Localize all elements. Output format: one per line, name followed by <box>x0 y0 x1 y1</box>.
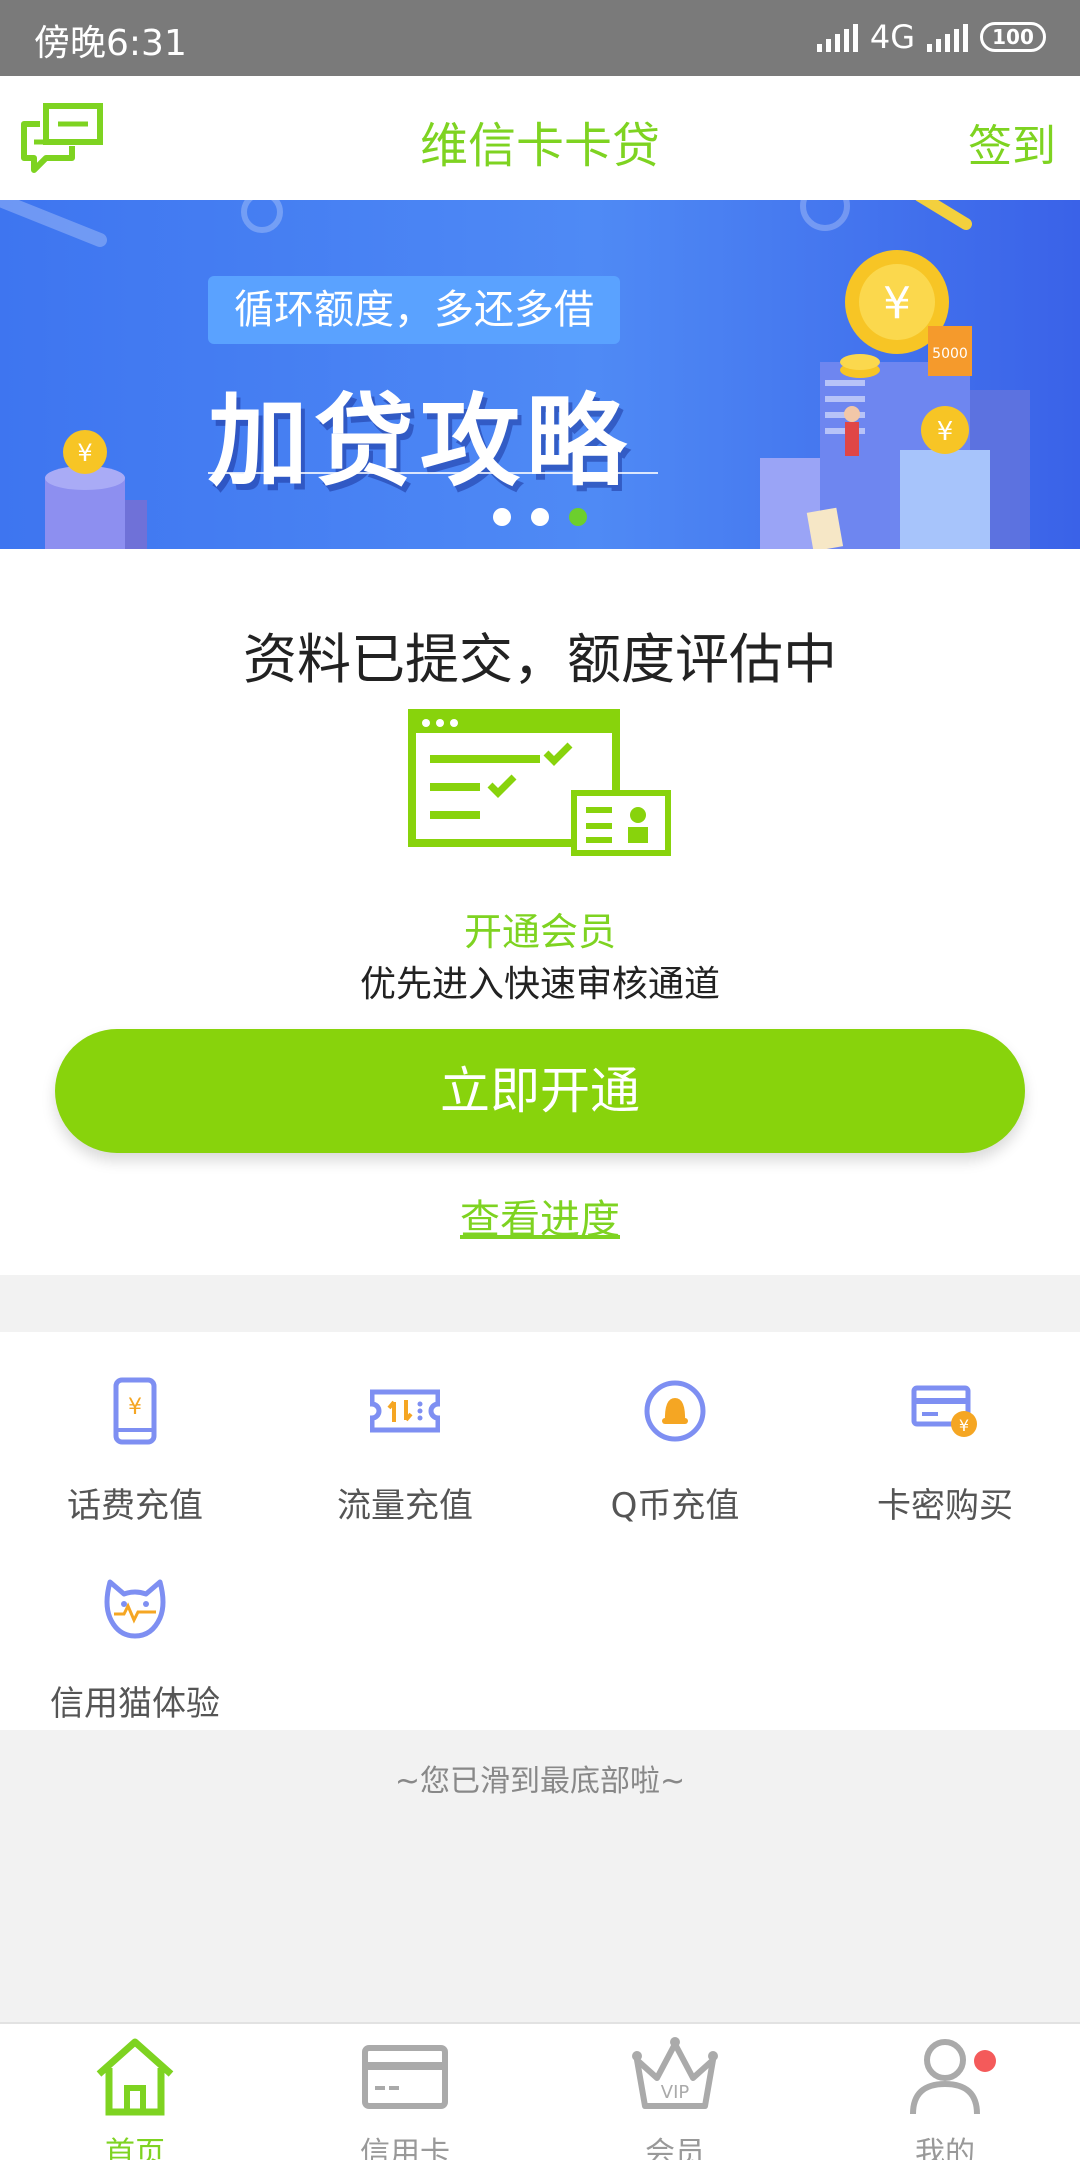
status-time: 傍晚6:31 <box>34 23 187 64</box>
profile-icon <box>910 2039 980 2115</box>
banner-coin-label: 5000 <box>932 346 968 362</box>
service-label: 流量充值 <box>337 1486 473 1526</box>
card-purchase-icon: ¥ <box>911 1385 977 1437</box>
service-qq-coin[interactable]: Q币充值 <box>540 1376 810 1527</box>
nav-profile[interactable]: 我的 <box>810 2034 1080 2160</box>
carousel-dot <box>531 508 549 526</box>
carousel-dot-active <box>569 508 587 526</box>
status-bar: 傍晚6:31 4G 100 <box>0 0 1080 76</box>
banner-divider <box>208 472 658 474</box>
battery-level: 100 <box>992 25 1034 49</box>
data-recharge-icon <box>369 1389 441 1433</box>
application-status-card: 资料已提交，额度评估中 开通会员 优先进入快速审核通道 立即开通 查看进度 <box>0 549 1080 1275</box>
nav-label: 信用卡 <box>360 2136 450 2160</box>
service-card-purchase[interactable]: ¥ 卡密购买 <box>810 1376 1080 1527</box>
application-status-title: 资料已提交，额度评估中 <box>243 628 837 691</box>
service-label: 卡密购买 <box>877 1486 1013 1526</box>
signal-icon <box>816 22 858 52</box>
svg-text:¥: ¥ <box>959 1416 969 1435</box>
nav-home[interactable]: 首页 <box>0 2034 270 2160</box>
page-title: 维信卡卡贷 <box>419 118 660 174</box>
app-header: 维信卡卡贷 签到 <box>0 76 1080 200</box>
member-label: 开通会员 <box>463 910 616 954</box>
banner-subtitle: 循环额度，多还多借 <box>208 276 620 344</box>
qq-coin-icon <box>644 1380 706 1442</box>
signin-button[interactable]: 签到 <box>968 110 1056 174</box>
service-credit-cat[interactable]: 信用猫体验 <box>0 1574 270 1725</box>
bottom-navigation: 首页 信用卡 VIP 会员 我的 <box>0 2022 1080 2160</box>
svg-text:¥: ¥ <box>77 439 92 467</box>
nav-credit-card[interactable]: 信用卡 <box>270 2034 540 2160</box>
svg-text:¥: ¥ <box>883 278 911 329</box>
network-type: 4G <box>869 18 915 56</box>
nav-label: 会员 <box>645 2136 705 2160</box>
credit-cat-icon <box>104 1579 166 1639</box>
view-progress-link[interactable]: 查看进度 <box>0 1187 1080 1245</box>
carousel-dot <box>493 508 511 526</box>
member-description: 优先进入快速审核通道 <box>359 964 720 1005</box>
notification-badge <box>974 2050 996 2072</box>
document-review-icon <box>408 709 671 856</box>
carousel-indicator <box>0 508 1080 526</box>
service-label: 信用猫体验 <box>50 1684 220 1724</box>
vip-crown-icon: VIP <box>632 2037 718 2109</box>
svg-text:¥: ¥ <box>128 1395 142 1420</box>
service-data-recharge[interactable]: 流量充值 <box>270 1376 540 1527</box>
open-membership-button[interactable]: 立即开通 <box>55 1029 1025 1153</box>
nav-member[interactable]: VIP 会员 <box>540 2034 810 2160</box>
services-grid: ¥ 话费充值 流量充值 Q币充值 ¥ 卡密购买 信用猫体验 <box>0 1332 1080 1730</box>
home-icon <box>96 2038 174 2116</box>
service-label: 话费充值 <box>67 1486 203 1526</box>
promo-banner[interactable]: ¥ ¥ ¥ 5000 循环额度，多还多借 加贷攻略 <box>0 200 1080 549</box>
vip-text: VIP <box>661 2082 690 2103</box>
signal-icon <box>927 22 968 52</box>
nav-label: 我的 <box>915 2136 975 2160</box>
service-label: Q币充值 <box>610 1486 740 1526</box>
end-of-list-text: ~您已滑到最底部啦~ <box>394 1764 686 1799</box>
nav-label: 首页 <box>105 2136 165 2160</box>
status-indicators: 4G 100 <box>816 18 1046 56</box>
svg-text:¥: ¥ <box>937 417 954 447</box>
banner-headline: 加贷攻略 <box>208 383 632 500</box>
service-phone-recharge[interactable]: ¥ 话费充值 <box>0 1376 270 1527</box>
phone-recharge-icon: ¥ <box>113 1377 157 1445</box>
credit-card-icon <box>362 2045 448 2109</box>
battery-icon: 100 <box>980 22 1046 52</box>
